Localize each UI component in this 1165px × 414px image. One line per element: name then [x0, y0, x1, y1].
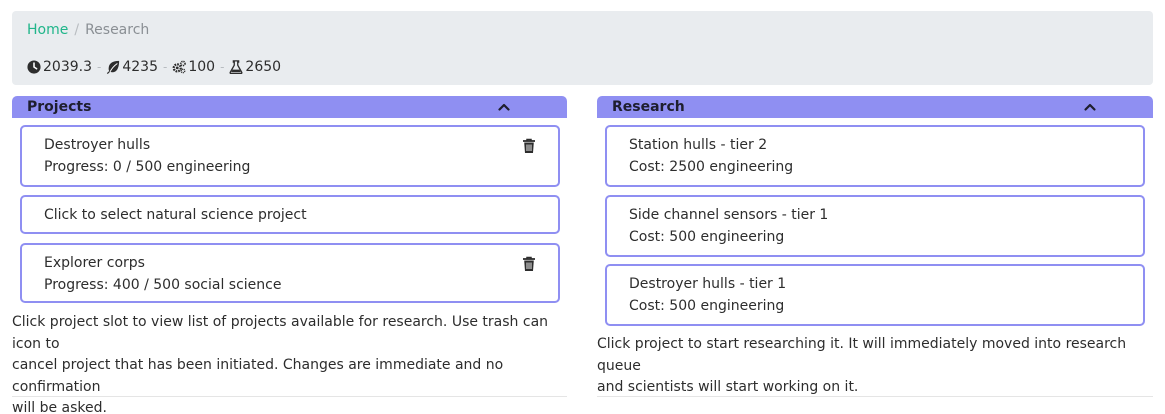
- project-name: Explorer corps: [44, 255, 145, 271]
- stat-science-value: 2650: [245, 59, 282, 75]
- research-cost: Cost: 500 engineering: [629, 229, 785, 245]
- research-name: Station hulls - tier 2: [629, 137, 768, 153]
- chevron-up-icon[interactable]: [1083, 100, 1097, 114]
- clock-icon: [27, 60, 41, 74]
- research-name: Side channel sensors - tier 1: [629, 207, 829, 223]
- stat-separator: -: [220, 60, 225, 74]
- research-cost: Cost: 500 engineering: [629, 298, 785, 314]
- projects-panel-title: Projects: [27, 99, 92, 115]
- research-item[interactable]: Destroyer hulls - tier 1 Cost: 500 engin…: [605, 264, 1145, 326]
- gears-icon: [172, 60, 187, 74]
- project-slot[interactable]: Destroyer hulls Progress: 0 / 500 engine…: [20, 125, 560, 187]
- leaf-icon: [107, 60, 120, 74]
- stat-engineering: 100: [172, 58, 215, 76]
- stat-separator: -: [162, 60, 168, 74]
- research-panel-title: Research: [612, 99, 685, 115]
- projects-panel-header[interactable]: Projects: [12, 96, 567, 118]
- breadcrumb: Home / Research: [27, 21, 149, 39]
- project-progress: Progress: 400 / 500 social science: [44, 277, 282, 293]
- stat-time: 2039.3: [27, 58, 92, 76]
- trash-icon[interactable]: [522, 256, 536, 272]
- chevron-up-icon[interactable]: [497, 100, 511, 114]
- breadcrumb-current: Research: [85, 22, 150, 38]
- stat-separator: -: [97, 60, 102, 74]
- project-name: Destroyer hulls: [44, 137, 151, 153]
- stat-leaf-value: 4235: [122, 59, 158, 75]
- stat-science: 2650: [229, 58, 281, 76]
- trash-icon[interactable]: [522, 138, 536, 154]
- flask-icon: [229, 60, 243, 74]
- breadcrumb-home-link[interactable]: Home: [27, 22, 68, 38]
- resource-stats: 2039.3 - 4235 - 100 - 2650: [27, 58, 281, 76]
- project-progress: Progress: 0 / 500 engineering: [44, 159, 251, 175]
- research-name: Destroyer hulls - tier 1: [629, 276, 787, 292]
- research-panel: Research Station hulls - tier 2 Cost: 25…: [597, 96, 1153, 397]
- help-line: cancel project that has been initiated. …: [12, 357, 504, 395]
- research-item[interactable]: Station hulls - tier 2 Cost: 2500 engine…: [605, 125, 1145, 187]
- stat-engineering-value: 100: [188, 59, 216, 75]
- project-select-prompt: Click to select natural science project: [44, 207, 307, 223]
- research-panel-header[interactable]: Research: [597, 96, 1153, 118]
- project-slot[interactable]: Explorer corps Progress: 400 / 500 socia…: [20, 243, 560, 303]
- breadcrumb-separator: /: [74, 22, 80, 38]
- divider: [12, 396, 567, 397]
- projects-help-text: Click project slot to view list of proje…: [12, 312, 572, 414]
- stat-leaf: 4235: [106, 58, 158, 76]
- stat-time-value: 2039.3: [43, 59, 92, 75]
- research-help-text: Click project to start researching it. I…: [597, 334, 1153, 399]
- help-line: Click project slot to view list of proje…: [12, 314, 549, 352]
- projects-panel: Projects Destroyer hulls Progress: 0 / 5…: [12, 96, 567, 414]
- project-slot[interactable]: Click to select natural science project: [20, 195, 560, 234]
- help-line: Click project to start researching it. I…: [597, 336, 1127, 374]
- research-cost: Cost: 2500 engineering: [629, 159, 794, 175]
- top-bar: Home / Research 2039.3 - 4235 - 100 - 2650: [12, 11, 1153, 85]
- research-item[interactable]: Side channel sensors - tier 1 Cost: 500 …: [605, 195, 1145, 257]
- divider: [597, 396, 1153, 397]
- help-line: will be asked.: [12, 400, 107, 414]
